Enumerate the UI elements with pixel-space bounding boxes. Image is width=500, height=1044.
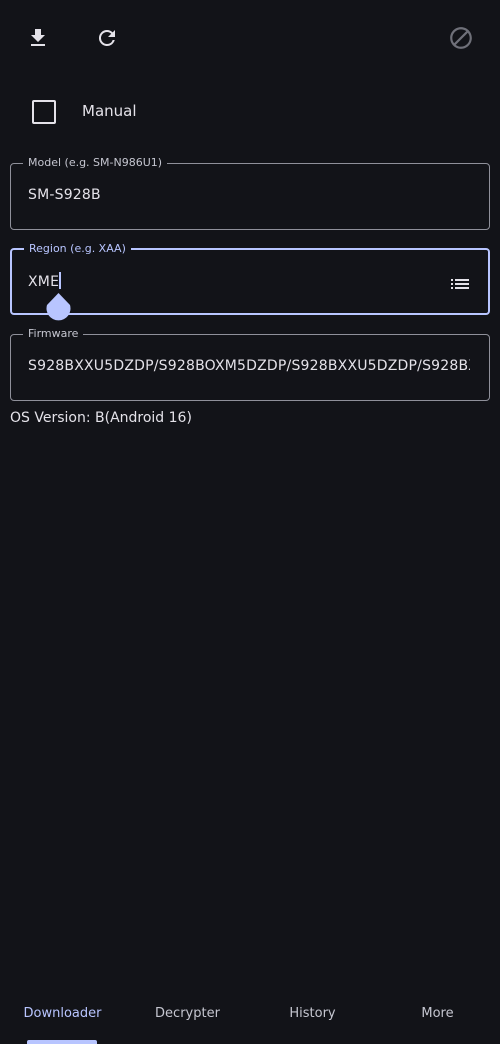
download-button[interactable] [14, 14, 62, 62]
firmware-input[interactable]: S928BXXU5DZDP/S928BOXM5DZDP/S928BXXU5DZD… [28, 358, 470, 374]
text-cursor [59, 272, 62, 289]
model-input[interactable]: SM-S928B [28, 187, 470, 203]
cursor-handle[interactable] [45, 293, 72, 325]
region-field[interactable]: Region (e.g. XAA) XME [10, 242, 490, 315]
nav-tab-decrypter[interactable]: Decrypter [125, 1006, 250, 1021]
manual-label: Manual [82, 102, 137, 120]
firmware-field[interactable]: Firmware S928BXXU5DZDP/S928BOXM5DZDP/S92… [10, 327, 490, 401]
manual-checkbox[interactable] [32, 100, 56, 124]
refresh-icon [98, 29, 115, 46]
cancel-button[interactable] [437, 14, 485, 62]
model-field-label: Model (e.g. SM-N986U1) [23, 156, 168, 170]
model-field[interactable]: Model (e.g. SM-N986U1) SM-S928B [10, 156, 490, 230]
refresh-button[interactable] [83, 14, 131, 62]
nav-tab-more[interactable]: More [375, 1006, 500, 1021]
region-field-label: Region (e.g. XAA) [24, 242, 131, 256]
region-input[interactable]: XME [28, 272, 470, 290]
firmware-field-label: Firmware [23, 327, 84, 341]
nav-tab-history[interactable]: History [250, 1006, 375, 1021]
nav-active-indicator [27, 1040, 97, 1044]
list-icon[interactable] [448, 272, 472, 296]
download-icon [31, 29, 45, 46]
nav-tab-downloader[interactable]: Downloader [0, 1006, 125, 1021]
bottom-nav: Downloader Decrypter History More [0, 990, 500, 1044]
region-input-text: XME [28, 274, 60, 290]
toolbar [0, 0, 500, 78]
block-icon [450, 27, 472, 49]
manual-row[interactable]: Manual [0, 90, 500, 134]
os-version-text: OS Version: B(Android 16) [10, 410, 192, 426]
